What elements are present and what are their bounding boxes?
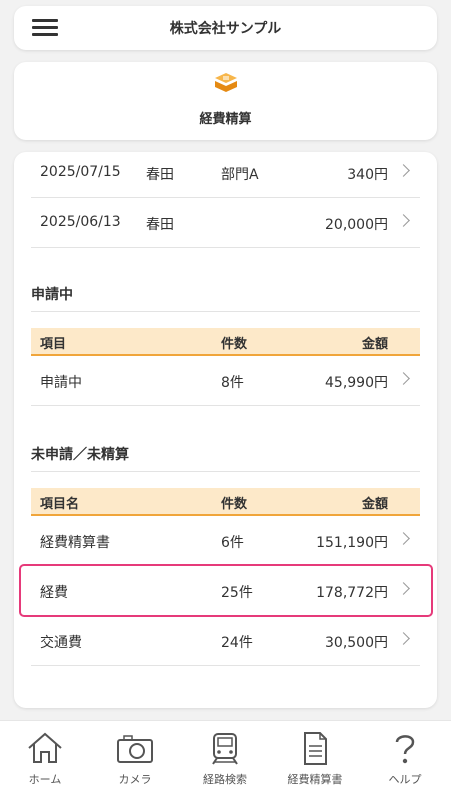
nav-label: 経費精算書: [287, 773, 343, 786]
row-count: 25件: [221, 585, 253, 601]
nav-expense-report[interactable]: 経費精算書: [270, 727, 360, 797]
nav-help[interactable]: ヘルプ: [360, 727, 450, 797]
camera-icon: [117, 735, 153, 763]
expense-icon: [214, 72, 238, 94]
recent-dept: 部門A: [221, 167, 259, 183]
row-count: 24件: [221, 635, 253, 651]
recent-amount: 20,000円: [325, 217, 388, 233]
unsubmitted-row[interactable]: 経費精算書 6件 151,190円: [31, 516, 420, 566]
home-icon: [28, 732, 62, 763]
row-count: 6件: [221, 535, 244, 551]
applying-row[interactable]: 申請中 8件 45,990円: [31, 356, 420, 406]
document-icon: [304, 732, 327, 765]
chevron-right-icon: [397, 164, 410, 177]
chevron-right-icon: [397, 582, 410, 595]
section-header: 経費精算: [14, 62, 437, 140]
main-content: 2025/07/15 春田 部門A 340円 2025/06/13 春田 20,…: [14, 152, 437, 708]
chevron-right-icon: [397, 632, 410, 645]
bottom-nav: ホーム カメラ 経路検索 経費精算書 ヘルプ: [0, 720, 451, 800]
column-header-amount: 金額: [361, 337, 388, 352]
recent-name: 春田: [146, 167, 174, 183]
column-header-amount: 金額: [361, 497, 388, 512]
row-amount: 151,190円: [316, 535, 388, 551]
applying-heading: 申請中: [31, 272, 420, 312]
nav-label: 経路検索: [203, 773, 247, 786]
column-header-item: 項目名: [40, 497, 80, 512]
column-header-item: 項目: [40, 337, 67, 352]
chevron-right-icon: [397, 372, 410, 385]
recent-date: 2025/06/13: [40, 214, 121, 230]
nav-label: カメラ: [118, 773, 152, 786]
recent-amount: 340円: [347, 167, 388, 183]
row-count: 8件: [221, 375, 244, 391]
column-header-count: 件数: [221, 497, 248, 512]
nav-home[interactable]: ホーム: [0, 727, 90, 797]
row-amount: 45,990円: [325, 375, 388, 391]
chevron-right-icon: [397, 532, 410, 545]
unsubmitted-row[interactable]: 交通費 24件 30,500円: [31, 616, 420, 666]
row-amount: 178,772円: [316, 585, 388, 601]
recent-name: 春田: [146, 217, 174, 233]
chevron-right-icon: [397, 214, 410, 227]
nav-camera[interactable]: カメラ: [90, 727, 180, 797]
recent-date: 2025/07/15: [40, 164, 121, 180]
recent-row[interactable]: 2025/06/13 春田 20,000円: [31, 198, 420, 248]
section-title: 経費精算: [199, 112, 252, 127]
column-header-count: 件数: [221, 337, 248, 352]
app-header: 株式会社サンプル: [14, 6, 437, 50]
row-amount: 30,500円: [325, 635, 388, 651]
row-item: 申請中: [40, 375, 82, 391]
recent-row[interactable]: 2025/07/15 春田 部門A 340円: [31, 152, 420, 198]
nav-label: ヘルプ: [388, 773, 422, 786]
unsubmitted-table-header: 項目名 件数 金額: [31, 488, 420, 516]
help-icon: [395, 735, 415, 764]
train-icon: [212, 733, 238, 765]
unsubmitted-heading: 未申請／未精算: [31, 432, 420, 472]
applying-table-header: 項目 件数 金額: [31, 328, 420, 356]
row-item: 交通費: [40, 635, 82, 651]
company-name: 株式会社サンプル: [169, 21, 282, 37]
nav-label: ホーム: [28, 773, 62, 786]
nav-route-search[interactable]: 経路検索: [180, 727, 270, 797]
unsubmitted-row-expense[interactable]: 経費 25件 178,772円: [31, 566, 420, 616]
row-item: 経費精算書: [40, 535, 110, 551]
row-item: 経費: [40, 585, 68, 601]
